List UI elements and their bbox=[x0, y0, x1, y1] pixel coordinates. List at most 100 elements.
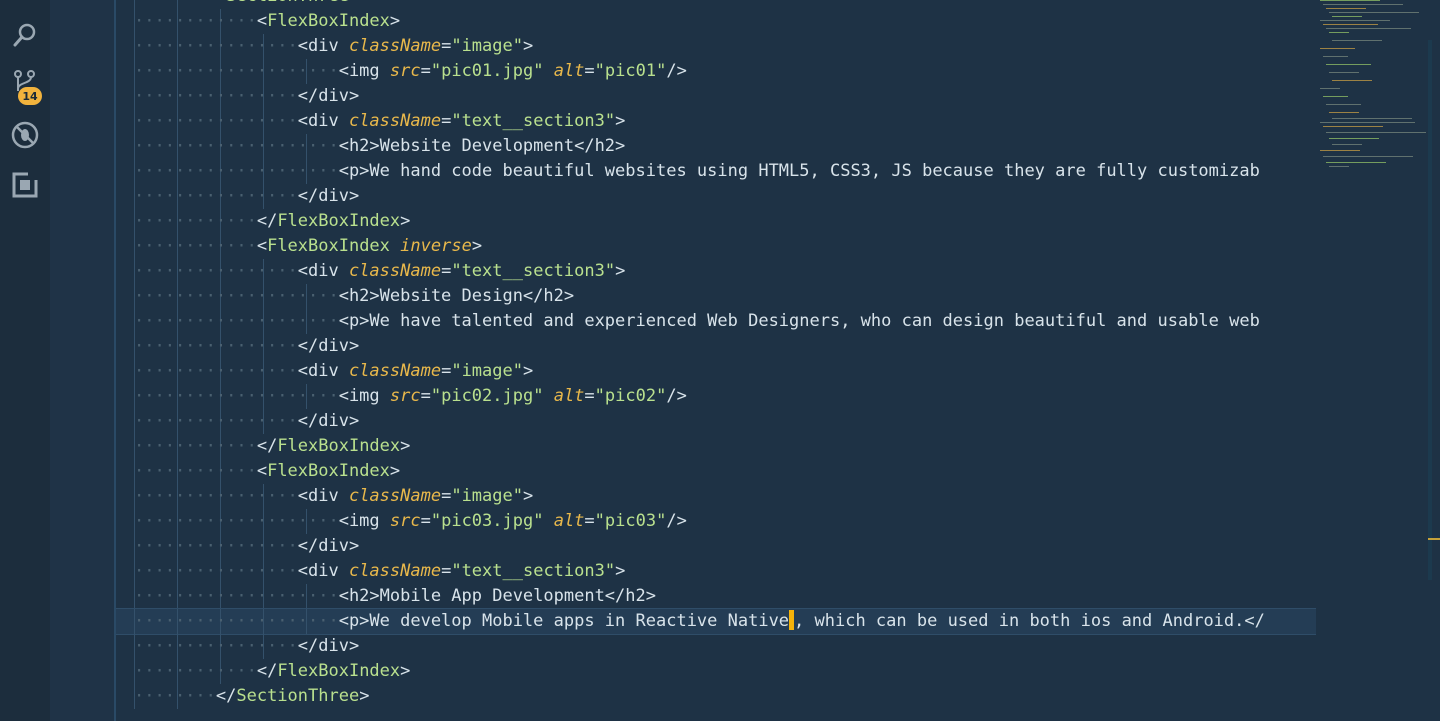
code-text: ····················<h2>Mobile App Devel… bbox=[134, 586, 656, 606]
token-punc: > bbox=[389, 11, 401, 31]
token-punc: > bbox=[389, 461, 401, 481]
search-icon[interactable] bbox=[0, 12, 50, 58]
minimap-line bbox=[1320, 20, 1390, 21]
token-punc: < bbox=[216, 0, 226, 6]
token-punc: <img bbox=[338, 61, 390, 81]
code-line[interactable]: 82····················<h2>Mobile App Dev… bbox=[116, 584, 1316, 609]
minimap-line bbox=[1329, 12, 1419, 13]
debug-icon[interactable] bbox=[0, 112, 50, 158]
code-line[interactable]: 85············</FlexBoxIndex> bbox=[116, 659, 1316, 684]
token-punc: <h2>Website Design</h2> bbox=[338, 286, 575, 306]
code-line[interactable]: 66················</div> bbox=[116, 184, 1316, 209]
minimap-line bbox=[1320, 88, 1340, 89]
token-attr: className bbox=[348, 361, 442, 381]
token-tag: FlexBoxIndex bbox=[267, 461, 390, 481]
token-punc: <div bbox=[297, 111, 349, 131]
code-line[interactable]: 72················</div> bbox=[116, 334, 1316, 359]
token-punc: /> bbox=[666, 511, 687, 531]
code-line[interactable]: 61····················<img src="pic01.jp… bbox=[116, 59, 1316, 84]
token-punc: = bbox=[441, 261, 452, 281]
extensions-icon[interactable] bbox=[0, 162, 50, 208]
token-punc: </div> bbox=[297, 636, 360, 656]
token-punc: </ bbox=[256, 661, 278, 681]
token-tag: SectionThree bbox=[226, 0, 349, 6]
code-line[interactable]: 67············</FlexBoxIndex> bbox=[116, 209, 1316, 234]
minimap-line bbox=[1323, 96, 1348, 97]
code-text: ····················<img src="pic02.jpg"… bbox=[134, 386, 687, 406]
token-punc: > bbox=[522, 361, 534, 381]
minimap-scrollbar[interactable] bbox=[1428, 40, 1432, 580]
minimap-line bbox=[1326, 162, 1386, 163]
token-punc: <h2>Website Development</h2> bbox=[338, 136, 626, 156]
token-punc: > bbox=[522, 486, 534, 506]
minimap-line bbox=[1332, 80, 1372, 81]
minimap[interactable] bbox=[1316, 0, 1440, 721]
code-line[interactable]: 68············<FlexBoxIndex inverse> bbox=[116, 234, 1316, 259]
token-punc: = bbox=[441, 561, 452, 581]
token-attr: src bbox=[389, 386, 421, 406]
code-line[interactable]: 58········<SectionThree> bbox=[116, 0, 1316, 9]
code-line[interactable]: 74····················<img src="pic02.jp… bbox=[116, 384, 1316, 409]
minimap-line bbox=[1332, 16, 1362, 17]
code-line[interactable]: 78················<div className="image"… bbox=[116, 484, 1316, 509]
token-str: "text__section3" bbox=[451, 561, 616, 581]
minimap-line bbox=[1323, 156, 1413, 157]
code-line[interactable]: 70····················<h2>Website Design… bbox=[116, 284, 1316, 309]
code-text: ····················<img src="pic01.jpg"… bbox=[134, 61, 687, 81]
line-number-gutter bbox=[50, 0, 114, 721]
code-line[interactable]: 76············</FlexBoxIndex> bbox=[116, 434, 1316, 459]
code-text: ····················<p>We hand code beau… bbox=[134, 161, 1260, 181]
code-line[interactable]: 80················</div> bbox=[116, 534, 1316, 559]
code-line[interactable]: 64····················<h2>Website Develo… bbox=[116, 134, 1316, 159]
token-punc: </ bbox=[256, 436, 278, 456]
code-text: ················</div> bbox=[134, 536, 360, 556]
minimap-line bbox=[1320, 150, 1360, 151]
code-line[interactable]: 60················<div className="image"… bbox=[116, 34, 1316, 59]
token-punc: = bbox=[420, 511, 431, 531]
code-text: ················</div> bbox=[134, 636, 360, 656]
code-line[interactable]: 77············<FlexBoxIndex> bbox=[116, 459, 1316, 484]
token-punc: <img bbox=[338, 511, 390, 531]
code-line[interactable]: 62················</div> bbox=[116, 84, 1316, 109]
token-punc: > bbox=[359, 686, 370, 706]
code-line[interactable]: 73················<div className="image"… bbox=[116, 359, 1316, 384]
token-punc: <div bbox=[297, 36, 349, 56]
token-punc: <h2>Mobile App Development</h2> bbox=[338, 586, 656, 606]
token-punc: </div> bbox=[297, 536, 360, 556]
code-line[interactable]: 63················<div className="text__… bbox=[116, 109, 1316, 134]
code-line[interactable]: 69················<div className="text__… bbox=[116, 259, 1316, 284]
token-punc: > bbox=[400, 661, 411, 681]
token-attr: className bbox=[348, 261, 442, 281]
code-line[interactable]: 79····················<img src="pic03.jp… bbox=[116, 509, 1316, 534]
code-text: ················<div className="image"> bbox=[134, 486, 534, 506]
code-line[interactable]: 86········</SectionThree> bbox=[116, 684, 1316, 709]
token-str: "image" bbox=[451, 36, 523, 56]
token-attr: src bbox=[389, 61, 421, 81]
code-line[interactable]: 75················</div> bbox=[116, 409, 1316, 434]
activity-bar: 14 bbox=[0, 0, 50, 721]
code-editor[interactable]: 58········<SectionThree>59············<F… bbox=[116, 0, 1316, 721]
token-punc: = bbox=[441, 486, 452, 506]
code-text: ············<FlexBoxIndex inverse> bbox=[134, 236, 483, 256]
code-text: ················</div> bbox=[134, 86, 360, 106]
code-line[interactable]: 59············<FlexBoxIndex> bbox=[116, 9, 1316, 34]
token-punc: <p>We hand code beautiful websites using… bbox=[338, 161, 1260, 181]
code-line[interactable]: 71····················<p>We have talente… bbox=[116, 309, 1316, 334]
code-line[interactable]: 81················<div className="text__… bbox=[116, 559, 1316, 584]
token-str: "pic02.jpg" bbox=[430, 386, 544, 406]
minimap-line bbox=[1326, 28, 1411, 29]
token-punc bbox=[543, 61, 553, 81]
token-punc bbox=[390, 236, 400, 256]
minimap-cursor-marker bbox=[1428, 538, 1440, 540]
code-line[interactable]: 84················</div> bbox=[116, 634, 1316, 659]
minimap-line bbox=[1326, 8, 1366, 9]
token-punc: = bbox=[441, 111, 452, 131]
token-punc: > bbox=[522, 36, 534, 56]
code-line[interactable]: 65····················<p>We hand code be… bbox=[116, 159, 1316, 184]
code-line[interactable]: 83····················<p>We develop Mobi… bbox=[116, 608, 1316, 635]
code-text: ············<FlexBoxIndex> bbox=[134, 11, 401, 31]
token-str: "pic01.jpg" bbox=[430, 61, 544, 81]
minimap-line bbox=[1329, 112, 1359, 113]
code-text: ····················<p>We develop Mobile… bbox=[134, 609, 1265, 631]
code-text: ····················<h2>Website Developm… bbox=[134, 136, 626, 156]
